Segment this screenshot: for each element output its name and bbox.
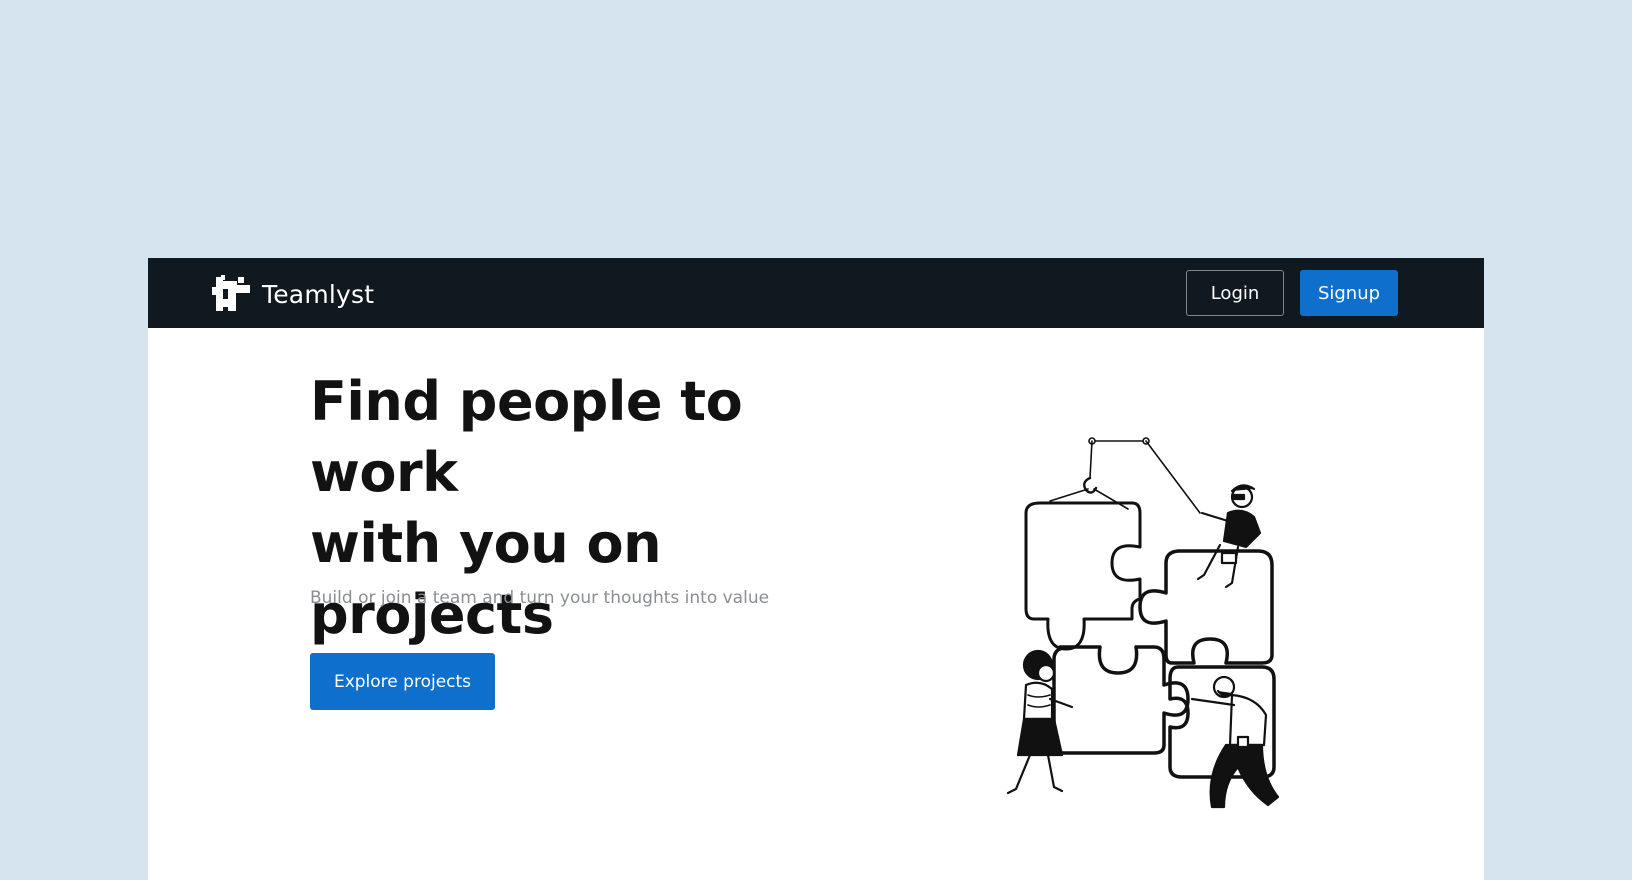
puzzle-piece-top-right xyxy=(1138,549,1274,665)
hero-subtitle: Build or join a team and turn your thoug… xyxy=(310,588,770,608)
puzzle-piece-top-left xyxy=(1024,501,1142,651)
brand[interactable]: Teamlyst xyxy=(212,274,374,314)
top-navbar: Teamlyst Login Signup xyxy=(148,258,1484,328)
signup-button[interactable]: Signup xyxy=(1300,270,1398,316)
person-sitting xyxy=(1196,484,1262,589)
brand-name: Teamlyst xyxy=(262,279,375,309)
login-button[interactable]: Login xyxy=(1186,270,1284,316)
person-woman-pushing xyxy=(1006,649,1074,795)
browser-frame: Teamlyst Login Signup Find people to wor… xyxy=(148,258,1484,880)
hero-title-line-2: with you on projects xyxy=(310,512,662,646)
hero-title-line-1: Find people to work xyxy=(310,370,743,504)
puzzle-teamwork-illustration xyxy=(1006,437,1280,809)
person-man-pushing xyxy=(1190,675,1280,809)
explore-projects-button[interactable]: Explore projects xyxy=(310,653,495,710)
teamlyst-logo-icon xyxy=(212,275,250,311)
